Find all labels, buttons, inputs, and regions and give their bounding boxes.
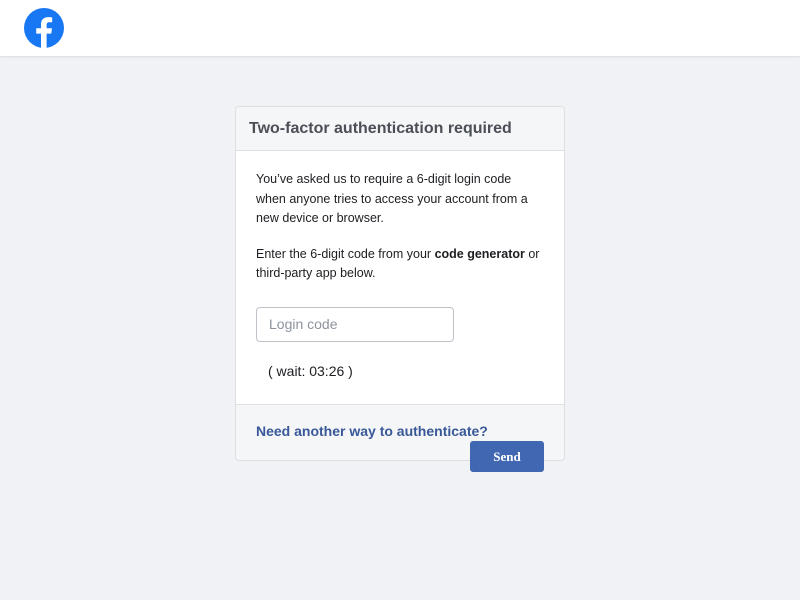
intro-text: You’ve asked us to require a 6-digit log… [256,172,528,225]
instructions-text-start: Enter the 6-digit code from your [256,246,435,261]
wait-timer: ( wait: 03:26 ) [268,362,353,379]
alternate-auth-link[interactable]: Need another way to authenticate? [256,423,488,439]
card-footer: Need another way to authenticate? Send [236,404,564,472]
facebook-logo-icon[interactable] [24,8,64,48]
code-generator-emphasis: code generator [434,246,525,261]
instructions-text: Enter the 6-digit code from your code ge… [256,245,544,284]
login-code-input[interactable] [256,306,454,342]
page-title: Two-factor authentication required [249,120,512,137]
top-bar [0,0,800,56]
two-factor-card: Two-factor authentication required You’v… [235,106,565,472]
send-button[interactable]: Send [470,441,544,472]
card-body: You’ve asked us to require a 6-digit log… [236,151,564,404]
card-header: Two-factor authentication required [236,107,564,151]
